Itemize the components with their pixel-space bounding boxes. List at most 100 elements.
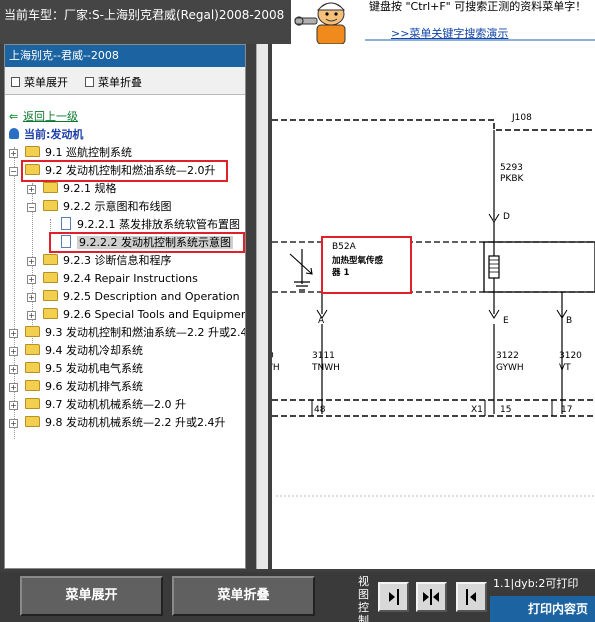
wire-top-color: PKBK (500, 174, 525, 184)
view-right-button[interactable] (456, 582, 487, 612)
current-node-text: 当前:发动机 (24, 128, 84, 141)
tree-expand-button[interactable]: 菜单展开 (11, 74, 68, 90)
folder-icon (25, 362, 40, 373)
connector-top-label: J108 (511, 113, 532, 123)
current-vehicle-label: 当前车型：厂家:S-上海别克君威(Regal)2008-2008 (4, 8, 285, 22)
tree-body: ⇐ 返回上一级 当前:发动机 + 9.1 巡航控制系统 − 9.2 发动机控制和燃… (5, 103, 245, 543)
folder-icon (25, 416, 40, 427)
tree-item-label: 9.8 发动机机械系统—2.2 升或2.4升 (45, 416, 226, 429)
view-left-button[interactable] (378, 582, 409, 612)
tree-item-label: 9.3 发动机控制和燃油系统—2.2 升或2.4升 (45, 326, 246, 339)
expand-plus-icon: + (9, 365, 18, 374)
document-icon (61, 217, 71, 230)
tree-item-label: 9.2.6 Special Tools and Equipment (63, 308, 246, 321)
pin-48-label: 48 (314, 405, 326, 415)
component-id: B52A (332, 242, 357, 252)
highlight-box (49, 232, 245, 253)
expand-plus-icon: + (9, 347, 18, 356)
tree-item-9-2-5[interactable]: + 9.2.5 Description and Operation (27, 288, 240, 306)
wire-3-color: VT (559, 363, 571, 373)
folder-icon (43, 290, 58, 301)
search-tip-text: 键盘按 "Ctrl+F" 可搜索正测的资料菜单字！ (369, 0, 587, 13)
tree-item-label: 9.7 发动机机械系统—2.0 升 (45, 398, 186, 411)
view-control-label: 视图控制 (358, 575, 369, 622)
wire-2-circuit: 3122 (496, 351, 519, 361)
tree-item-9-6[interactable]: + 9.6 发动机排气系统 (9, 378, 143, 396)
tree-item-9-2-1[interactable]: + 9.2.1 规格 (27, 180, 117, 198)
pin-15-label: 15 (500, 405, 511, 415)
tree-item-label: 9.2.2.1 蒸发排放系统软管布置图 (77, 218, 240, 231)
pin-e-label: E (503, 316, 509, 326)
tree-item-9-2-6[interactable]: + 9.2.6 Special Tools and Equipment (27, 306, 246, 324)
tree-item-label: 9.2.1 规格 (63, 182, 117, 195)
top-bar: 当前车型：厂家:S-上海别克君威(Regal)2008-2008 键盘按 "Ct… (0, 0, 595, 44)
folder-open-icon (43, 200, 58, 211)
expand-plus-icon: + (27, 293, 36, 302)
expand-plus-icon: + (27, 311, 36, 320)
tree-collapse-button[interactable]: 菜单折叠 (85, 74, 142, 90)
component-frame (272, 241, 595, 293)
folder-icon (43, 308, 58, 319)
folder-icon (25, 344, 40, 355)
expand-plus-icon: + (27, 185, 36, 194)
pin-17-label: 17 (561, 405, 572, 415)
component-name-line2: 器 1 (331, 268, 349, 278)
pin-d-label: D (503, 212, 510, 222)
wiring-diagram: J108 5293 PKBK D B52A 加热型氧传感器 1 A E B H … (272, 44, 595, 569)
expand-plus-icon: + (9, 149, 18, 158)
tree-item-label: 9.1 巡航控制系统 (45, 146, 132, 159)
back-up-link[interactable]: ⇐ 返回上一级 (9, 108, 78, 126)
partial-color: WH (272, 363, 280, 373)
wire-2-color: GYWH (496, 363, 524, 373)
wire-1-color: TNWH (311, 363, 340, 373)
print-page-button[interactable]: 打印内容页 (490, 596, 595, 622)
current-node-label: 当前:发动机 (9, 126, 83, 144)
wire-1-circuit: 3111 (312, 351, 335, 361)
page-info: 1.1|dyb:2可打印 (493, 577, 579, 590)
expand-plus-icon: + (9, 329, 18, 338)
tree-item-9-7[interactable]: + 9.7 发动机机械系统—2.0 升 (9, 396, 186, 414)
folder-icon (25, 146, 40, 157)
collapse-icon (85, 77, 94, 87)
folder-icon (25, 326, 40, 337)
folder-icon (43, 272, 58, 283)
menu-tree-panel: 上海别克--君威--2008 菜单展开 菜单折叠 ⇐ 返回上一级 当前:发动机 +… (4, 44, 246, 569)
tree-item-label: 9.4 发动机冷却系统 (45, 344, 143, 357)
collapse-minus-icon: − (27, 203, 36, 212)
tree-item-9-4[interactable]: + 9.4 发动机冷却系统 (9, 342, 143, 360)
expand-plus-icon: + (27, 257, 36, 266)
tree-item-9-3[interactable]: + 9.3 发动机控制和燃油系统—2.2 升或2.4升 (9, 324, 246, 342)
tree-header: 上海别克--君威--2008 (5, 45, 245, 67)
tree-item-label: 9.2.5 Description and Operation (63, 290, 240, 303)
tree-item-9-8[interactable]: + 9.8 发动机机械系统—2.2 升或2.4升 (9, 414, 225, 432)
expand-plus-icon: + (9, 401, 18, 410)
tree-item-9-2-3[interactable]: + 9.2.3 诊断信息和程序 (27, 252, 172, 270)
wire-top-circuit: 5293 (500, 163, 523, 173)
tree-item-label: 9.2.3 诊断信息和程序 (63, 254, 172, 267)
expand-menu-button[interactable]: 菜单展开 (20, 576, 163, 616)
user-icon (9, 128, 19, 139)
wire-3-circuit: 3120 (559, 351, 582, 361)
collapse-menu-button[interactable]: 菜单折叠 (172, 576, 315, 616)
expand-plus-icon: + (9, 419, 18, 428)
tree-item-label: 9.2.2 示意图和布线图 (63, 200, 172, 213)
tree-item-label: 9.5 发动机电气系统 (45, 362, 143, 375)
view-split-button[interactable] (416, 582, 447, 612)
tree-item-9-5[interactable]: + 9.5 发动机电气系统 (9, 360, 143, 378)
folder-icon (43, 182, 58, 193)
tree-item-label: 9.2.4 Repair Instructions (63, 272, 198, 285)
partial-circuit: 0 (272, 351, 274, 361)
tree-scrollbar[interactable] (256, 44, 268, 569)
tree-item-label: 9.6 发动机排气系统 (45, 380, 143, 393)
tree-item-9-2-4[interactable]: + 9.2.4 Repair Instructions (27, 270, 198, 288)
back-up-label: 返回上一级 (23, 110, 78, 123)
heater-icon (488, 255, 500, 279)
tree-item-9-2-2[interactable]: − 9.2.2 示意图和布线图 (27, 198, 172, 216)
pin-b-label: B (566, 316, 572, 326)
collapse-minus-icon: − (9, 167, 18, 176)
connector-bottom-label: X1 (471, 405, 483, 415)
folder-icon (25, 380, 40, 391)
back-arrow-icon: ⇐ (9, 110, 19, 123)
tip-divider (365, 39, 595, 41)
tree-expand-label: 菜单展开 (24, 76, 68, 89)
